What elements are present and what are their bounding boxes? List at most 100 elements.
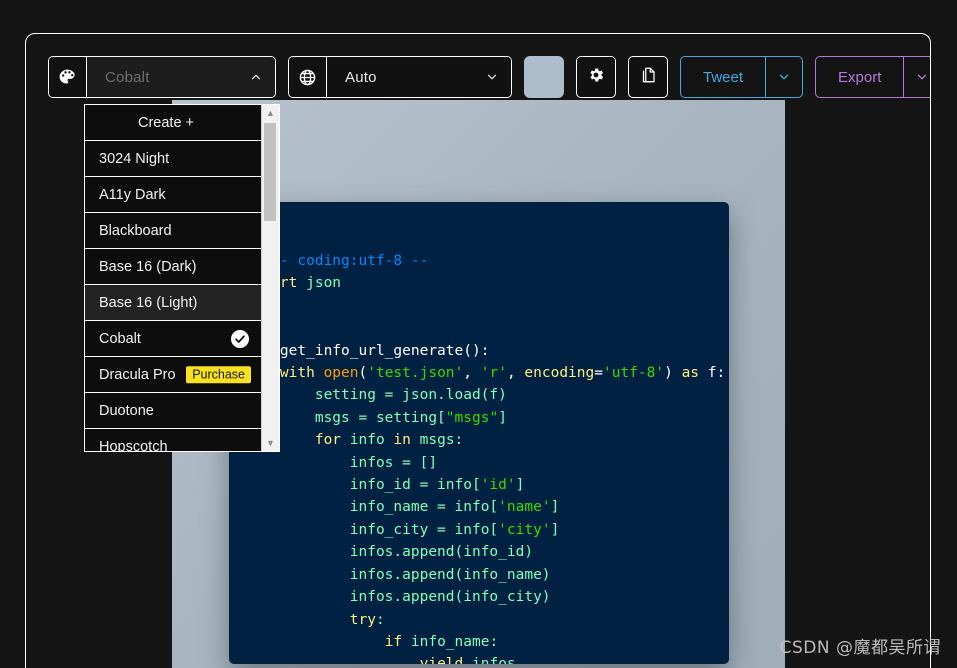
theme-option-label: 3024 Night <box>99 150 170 167</box>
language-picker-group[interactable]: Auto <box>288 56 512 98</box>
code-token: "msgs" <box>445 409 499 426</box>
theme-dropdown-scrollbar[interactable]: ▲ ▼ <box>261 105 279 451</box>
code-token: 'id' <box>480 477 516 494</box>
code-line: infos.append(info_name) <box>245 564 719 586</box>
code-token: with <box>279 365 324 382</box>
theme-option-dracula-pro[interactable]: Dracula Pro Purchase <box>85 357 261 393</box>
code-token: for <box>314 432 350 449</box>
code-token: ] <box>550 499 560 516</box>
code-token: f: <box>707 365 726 382</box>
code-token: msgs: <box>419 432 464 449</box>
theme-option-label: Base 16 (Light) <box>99 294 198 311</box>
tweet-button[interactable]: Tweet <box>680 56 804 98</box>
language-select-value: Auto <box>345 68 377 86</box>
language-select[interactable]: Auto <box>327 57 511 97</box>
code-token: open <box>323 365 359 382</box>
palette-icon[interactable] <box>49 57 87 97</box>
theme-option-label: Hopscotch <box>99 438 168 452</box>
code-token: ] <box>550 521 560 538</box>
code-token: ( <box>358 365 368 382</box>
theme-option-base-16-light[interactable]: Base 16 (Light) <box>85 285 261 321</box>
code-token: info_name = info[ <box>245 499 499 516</box>
code-token: 'city' <box>498 521 551 538</box>
theme-option-base-16-dark[interactable]: Base 16 (Dark) <box>85 249 261 285</box>
gear-icon <box>587 66 605 89</box>
code-token: ] <box>515 477 525 494</box>
code-token: get_info_url_generate <box>279 342 464 359</box>
scrollbar-thumb[interactable] <box>264 123 276 221</box>
tweet-dropdown-chevron-down-icon[interactable] <box>765 57 802 97</box>
theme-dropdown-menu[interactable]: Create + 3024 Night A11y Dark Blackboard Bas… <box>84 104 280 452</box>
code-line: infos.append(info_id) <box>245 541 719 563</box>
code-token: setting = json.load(f) <box>245 387 507 404</box>
tweet-button-label: Tweet <box>703 68 744 86</box>
theme-option-a11y-dark[interactable]: A11y Dark <box>85 177 261 213</box>
purchase-badge[interactable]: Purchase <box>186 365 251 384</box>
export-button-label: Export <box>838 68 882 86</box>
chevron-up-icon <box>249 70 263 84</box>
code-editor-content[interactable]: # -*- coding:utf-8 --import json def get… <box>245 250 725 664</box>
theme-select[interactable]: Cobalt <box>87 57 275 97</box>
app-window-frame: # -*- coding:utf-8 --import json def get… <box>25 33 931 668</box>
code-line: info_id = info['id'] <box>245 474 719 496</box>
copy-document-icon <box>639 66 657 89</box>
theme-option-create[interactable]: Create + <box>85 105 261 141</box>
code-token: in <box>393 432 420 449</box>
settings-button[interactable] <box>576 56 616 98</box>
code-line: def get_info_url_generate(): <box>245 340 719 362</box>
code-snippet-card[interactable]: # -*- coding:utf-8 --import json def get… <box>229 202 729 664</box>
theme-option-3024-night[interactable]: 3024 Night <box>85 141 261 177</box>
code-token: info_name: <box>410 633 499 650</box>
scroll-up-arrow-icon[interactable]: ▲ <box>262 105 279 121</box>
code-token: , <box>463 365 481 382</box>
code-token: as <box>681 365 708 382</box>
code-line: try: <box>245 609 719 631</box>
scroll-down-arrow-icon[interactable]: ▼ <box>262 435 279 451</box>
theme-option-duotone[interactable]: Duotone <box>85 393 261 429</box>
code-token: , <box>506 365 525 382</box>
code-token: (): <box>463 342 490 359</box>
code-line: infos = [] <box>245 452 719 474</box>
code-line: setting = json.load(f) <box>245 384 719 406</box>
main-toolbar: Cobalt Auto Tweet Export <box>48 56 930 98</box>
code-line: import json <box>245 272 719 294</box>
code-line: if info_name: <box>245 631 719 653</box>
theme-option-cobalt[interactable]: Cobalt <box>85 321 261 357</box>
code-token: 'r' <box>480 365 507 382</box>
chevron-down-icon <box>485 70 499 84</box>
theme-option-label: Blackboard <box>99 222 172 239</box>
code-token: info_city = info[ <box>245 521 499 538</box>
theme-option-label: Base 16 (Dark) <box>99 258 197 275</box>
code-line: msgs = setting["msgs"] <box>245 407 719 429</box>
screen: # -*- coding:utf-8 --import json def get… <box>0 0 957 668</box>
theme-option-label: Cobalt <box>99 330 141 347</box>
code-token: 'test.json' <box>367 365 464 382</box>
code-token: try <box>349 611 376 628</box>
theme-dropdown-list: Create + 3024 Night A11y Dark Blackboard Bas… <box>85 105 261 451</box>
code-line: # -*- coding:utf-8 -- <box>245 250 719 272</box>
background-color-swatch[interactable] <box>524 56 564 98</box>
code-token: info <box>349 432 394 449</box>
export-button[interactable]: Export <box>815 56 930 98</box>
code-token: encoding <box>524 365 595 382</box>
copy-button[interactable] <box>628 56 668 98</box>
code-token: : <box>375 611 385 628</box>
code-line: info_city = info['city'] <box>245 519 719 541</box>
code-line: with open('test.json', 'r', encoding='ut… <box>245 362 725 384</box>
globe-icon[interactable] <box>289 57 327 97</box>
theme-select-value: Cobalt <box>105 68 150 86</box>
export-dropdown-chevron-down-icon[interactable] <box>903 57 930 97</box>
theme-picker-group[interactable]: Cobalt <box>48 56 276 98</box>
code-token: infos = [] <box>245 454 438 471</box>
code-token: infos.append(info_id) <box>245 544 534 561</box>
theme-option-hopscotch[interactable]: Hopscotch <box>85 429 261 452</box>
code-token: ] <box>498 409 507 426</box>
code-token: 'name' <box>498 499 551 516</box>
code-token: infos.append(info_city) <box>245 589 551 606</box>
code-line: yield infos <box>245 653 719 664</box>
theme-option-label: A11y Dark <box>99 186 166 203</box>
theme-option-blackboard[interactable]: Blackboard <box>85 213 261 249</box>
